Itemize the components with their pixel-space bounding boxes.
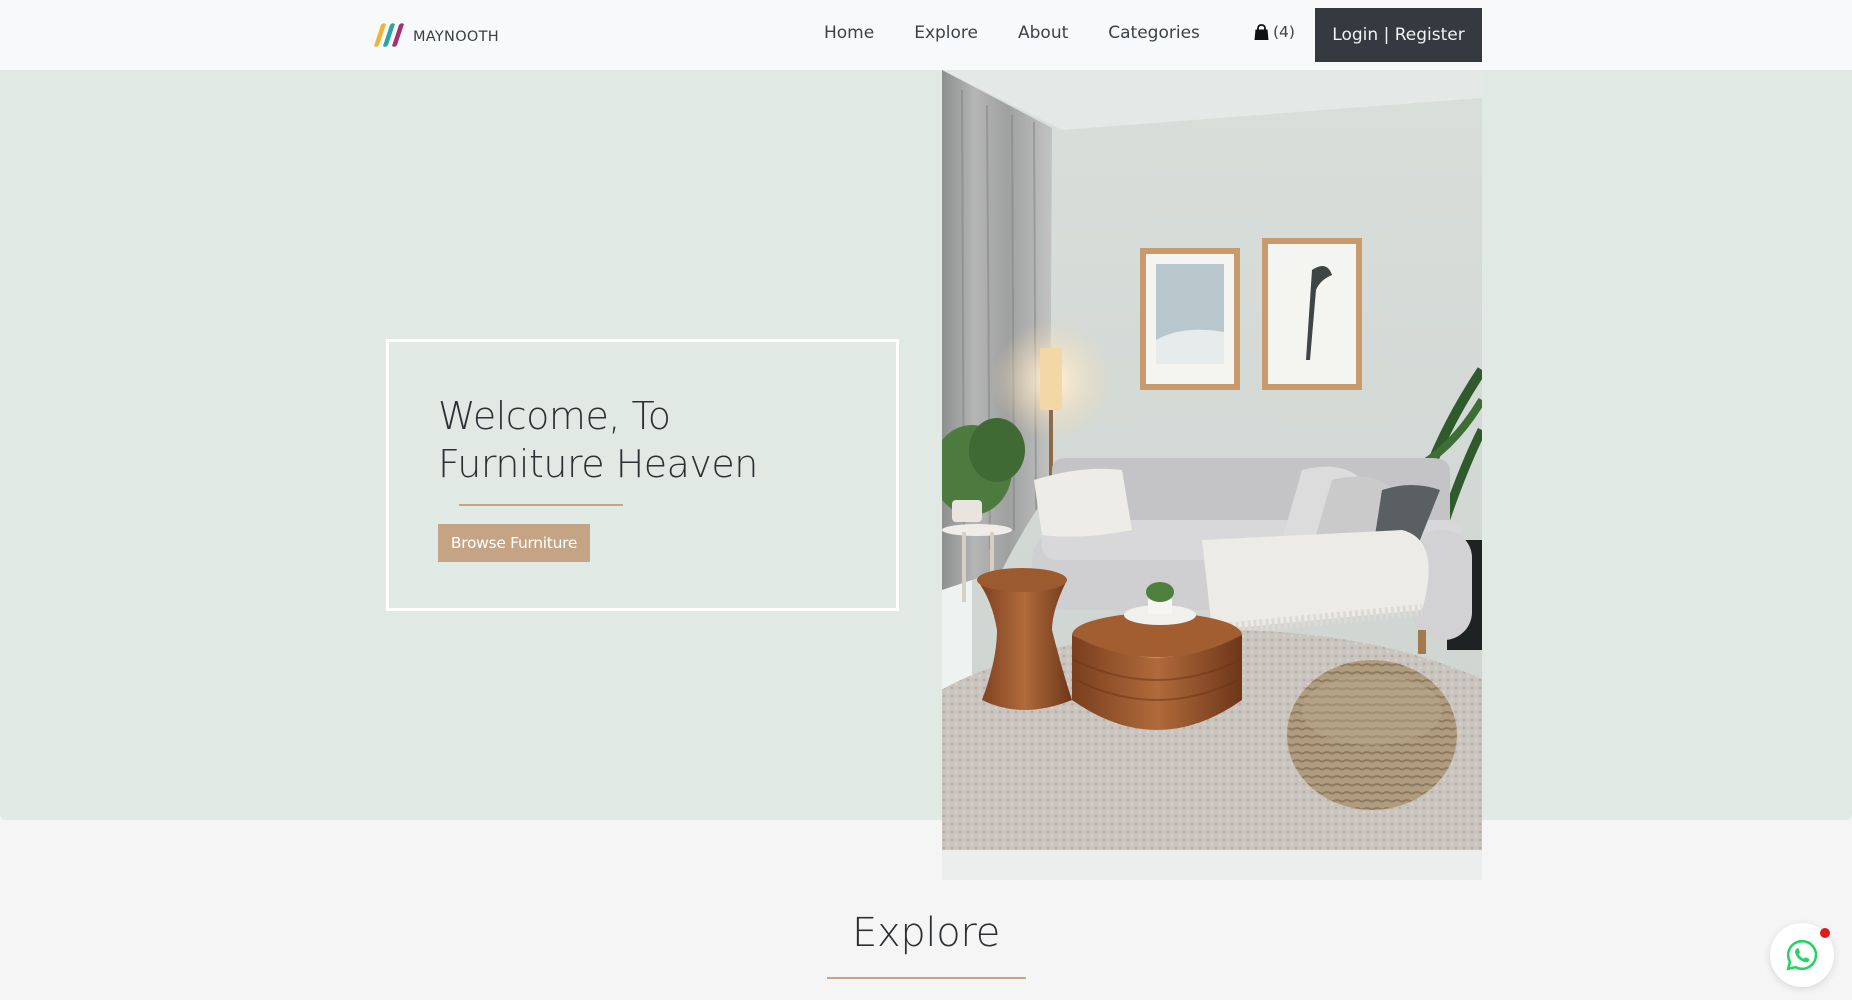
brand-mark-icon <box>374 23 404 47</box>
hero-title: Welcome, To Furniture Heaven <box>438 392 758 488</box>
hero-section: Welcome, To Furniture Heaven Browse Furn… <box>0 70 1852 820</box>
main-nav: Home Explore About Categories <box>824 23 1240 43</box>
nav-link-about[interactable]: About <box>1018 23 1068 43</box>
brand-name: MAYNOOTH <box>413 29 499 45</box>
notification-dot <box>1820 928 1830 938</box>
living-room-photo <box>942 70 1482 880</box>
nav-link-home[interactable]: Home <box>824 23 874 43</box>
cart-link[interactable]: (4) <box>1254 23 1295 41</box>
hero-living-room-image <box>942 70 1482 880</box>
navbar: MAYNOOTH Home Explore About Categories (… <box>0 0 1852 70</box>
shopping-bag-icon <box>1254 23 1269 40</box>
hero-title-line-2: Furniture Heaven <box>438 442 758 486</box>
browse-furniture-button[interactable]: Browse Furniture <box>438 524 590 562</box>
login-register-button[interactable]: Login | Register <box>1315 8 1482 62</box>
welcome-card: Welcome, To Furniture Heaven Browse Furn… <box>386 339 899 611</box>
hero-title-divider <box>459 504 623 506</box>
nav-link-categories[interactable]: Categories <box>1108 23 1200 43</box>
nav-item-home: Home <box>824 23 914 43</box>
nav-item-about: About <box>1018 23 1108 43</box>
explore-heading: Explore <box>852 910 1000 956</box>
nav-item-explore: Explore <box>914 23 1018 43</box>
nav-item-categories: Categories <box>1108 23 1240 43</box>
whatsapp-icon <box>1786 939 1818 971</box>
explore-divider <box>827 977 1026 979</box>
cart-count: (4) <box>1273 23 1295 41</box>
hero-title-line-1: Welcome, To <box>438 394 671 438</box>
brand-logo[interactable]: MAYNOOTH <box>372 22 499 48</box>
nav-link-explore[interactable]: Explore <box>914 23 978 43</box>
